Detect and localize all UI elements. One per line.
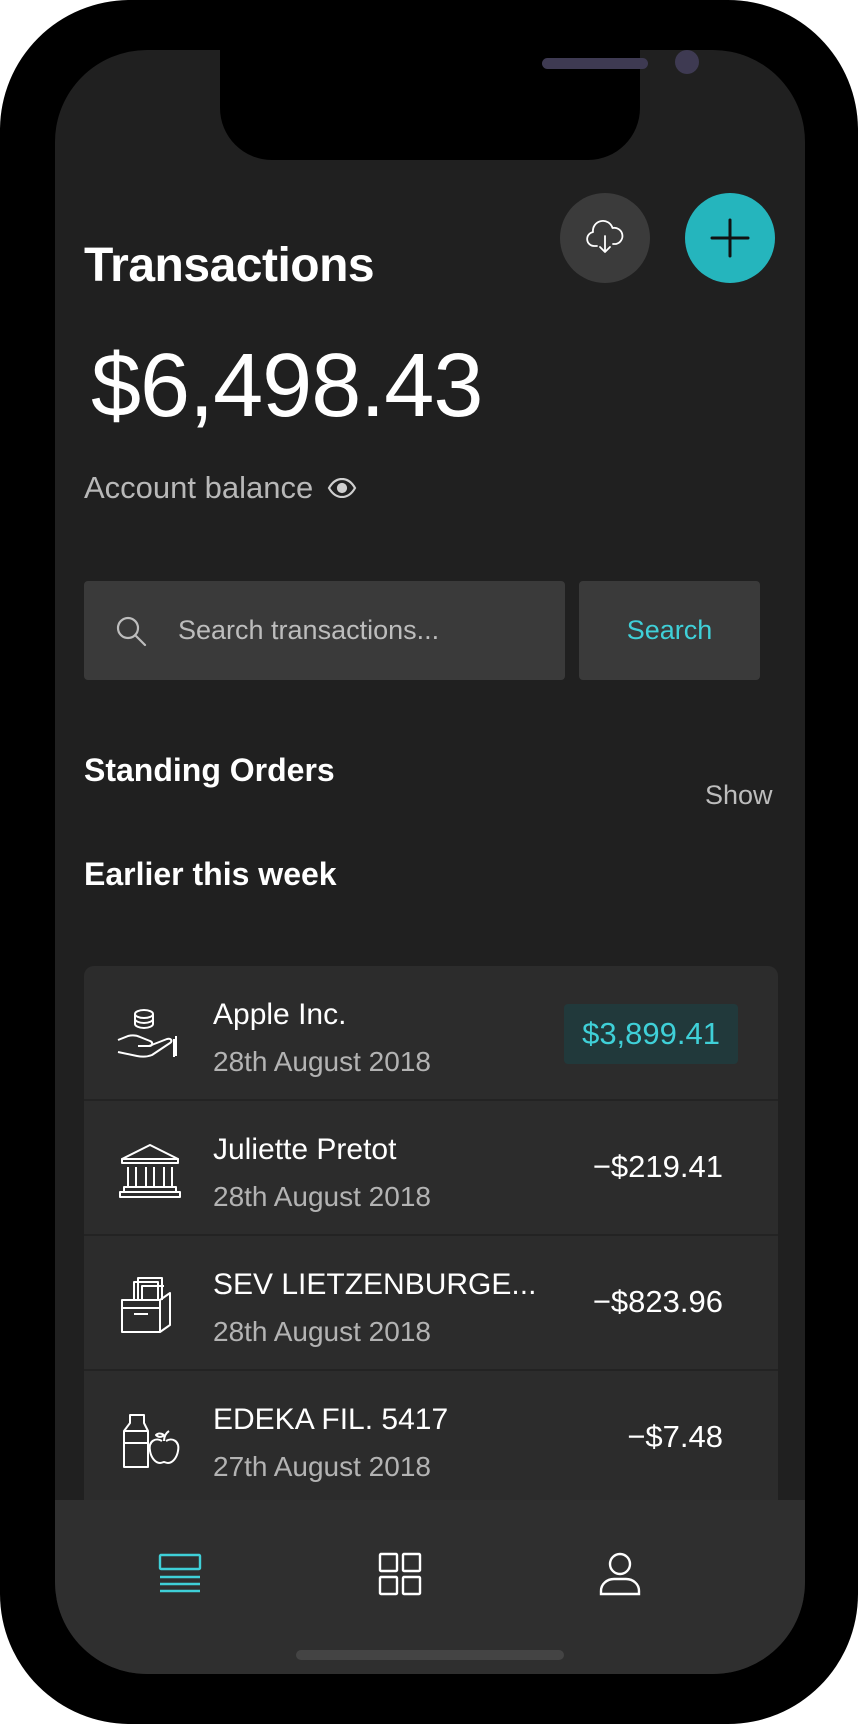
app-screen: Transactions $6,498.43 Account balance S… [55,50,805,1674]
transaction-date: 27th August 2018 [213,1451,431,1482]
list-icon [158,1553,202,1593]
transaction-date: 28th August 2018 [213,1316,431,1347]
transaction-amount: $3,899.41 [564,1004,738,1064]
groceries-icon [123,1414,180,1468]
transaction-date: 28th August 2018 [213,1046,431,1077]
standing-orders-show-link[interactable]: Show [705,780,773,811]
download-button[interactable] [560,193,650,283]
transaction-row[interactable]: Juliette Pretot 28th August 2018 −$219.4… [84,1101,778,1236]
cloud-download-icon [586,220,624,253]
tab-bar [55,1500,805,1674]
transaction-list: Apple Inc. 28th August 2018 $3,899.41 Ju… [84,966,778,1504]
hand-coins-icon [117,1009,177,1058]
transaction-name: SEV LIETZENBURGE... [213,1268,537,1301]
transaction-date: 28th August 2018 [213,1181,431,1212]
side-button-silent [0,210,6,270]
speaker-grill [542,58,648,69]
home-indicator[interactable] [296,1650,564,1660]
transaction-amount: −$219.41 [592,1149,723,1184]
account-balance-row: Account balance [84,470,357,506]
search-button[interactable]: Search [579,581,760,680]
notch [220,50,699,160]
standing-orders-title: Standing Orders [84,752,335,788]
transaction-amount: −$7.48 [627,1419,723,1454]
page-title: Transactions [84,239,375,292]
tab-dashboard[interactable] [370,1544,430,1604]
box-icon [121,1277,171,1333]
search-icon [116,616,147,646]
transaction-amount: −$823.96 [592,1284,723,1319]
side-button-power [852,360,858,540]
transaction-name: Apple Inc. [213,998,347,1031]
search-input[interactable] [176,614,540,647]
search-box [84,581,565,680]
eye-icon[interactable] [327,478,357,498]
tab-profile[interactable] [590,1544,650,1604]
tab-transactions[interactable] [150,1544,210,1604]
bank-icon [119,1144,181,1198]
earlier-this-week-title: Earlier this week [84,856,337,892]
account-balance-amount: $6,498.43 [91,336,483,436]
user-icon [599,1552,641,1596]
transaction-row[interactable]: SEV LIETZENBURGE... 28th August 2018 −$8… [84,1236,778,1371]
grid-icon [378,1552,422,1596]
add-transaction-button[interactable] [685,193,775,283]
transaction-name: Juliette Pretot [213,1133,397,1166]
transaction-row[interactable]: Apple Inc. 28th August 2018 $3,899.41 [84,966,778,1101]
plus-icon [710,218,750,258]
front-camera [675,50,699,74]
side-button-volume-up [0,320,6,430]
transaction-row[interactable]: EDEKA FIL. 5417 27th August 2018 −$7.48 [84,1371,778,1504]
transaction-name: EDEKA FIL. 5417 [213,1403,449,1436]
side-button-volume-down [0,460,6,570]
account-balance-label: Account balance [84,470,314,505]
